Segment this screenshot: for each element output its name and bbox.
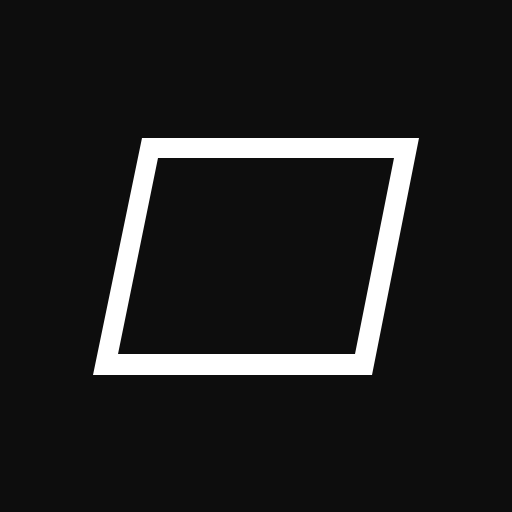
app-icon-canvas	[0, 0, 512, 512]
icon-background	[0, 0, 512, 512]
parallelogram-outline-icon	[0, 0, 512, 512]
